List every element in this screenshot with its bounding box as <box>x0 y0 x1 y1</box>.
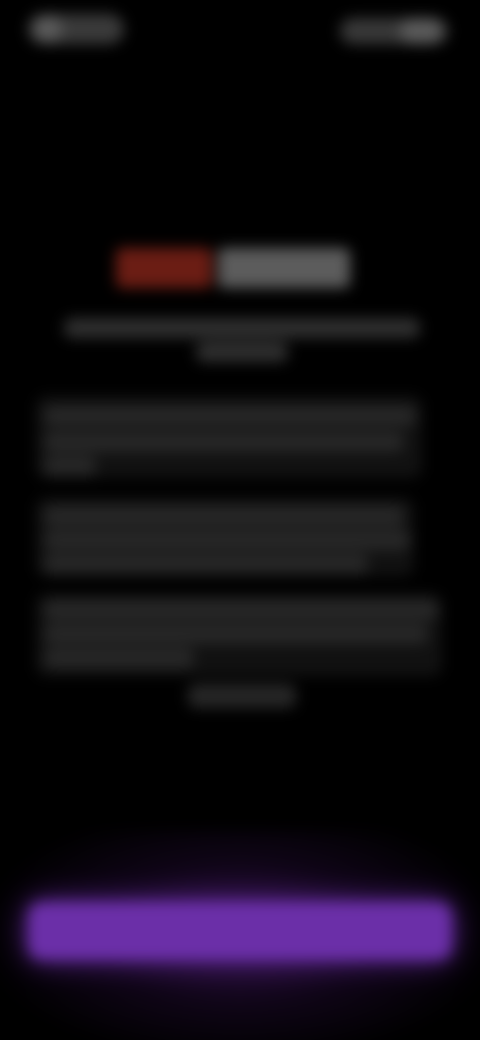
battery-icon <box>400 18 442 44</box>
info-card-3-line-1 <box>44 600 438 620</box>
primary-cta-button[interactable] <box>28 902 452 960</box>
logo-wordmark-gray <box>218 248 350 288</box>
info-card-1-line-3 <box>44 456 96 476</box>
brand-logo <box>116 248 350 288</box>
info-card-2-line-3 <box>44 554 368 574</box>
info-card-2-line-1 <box>44 506 404 526</box>
subtitle-line-2 <box>196 342 288 362</box>
info-card-1-line-2 <box>44 432 404 452</box>
primary-cta-label <box>28 902 452 960</box>
subtitle-line-1 <box>64 318 420 338</box>
info-card-2-line-2 <box>44 530 410 550</box>
info-card-3-line-3 <box>44 648 194 668</box>
blurred-screen <box>0 0 480 1040</box>
info-card-1-line-1 <box>44 406 416 426</box>
time-indicator-icon <box>34 16 62 42</box>
logo-wordmark-red <box>116 248 212 288</box>
secondary-link[interactable] <box>188 684 296 708</box>
info-card-3-line-2 <box>44 624 428 644</box>
